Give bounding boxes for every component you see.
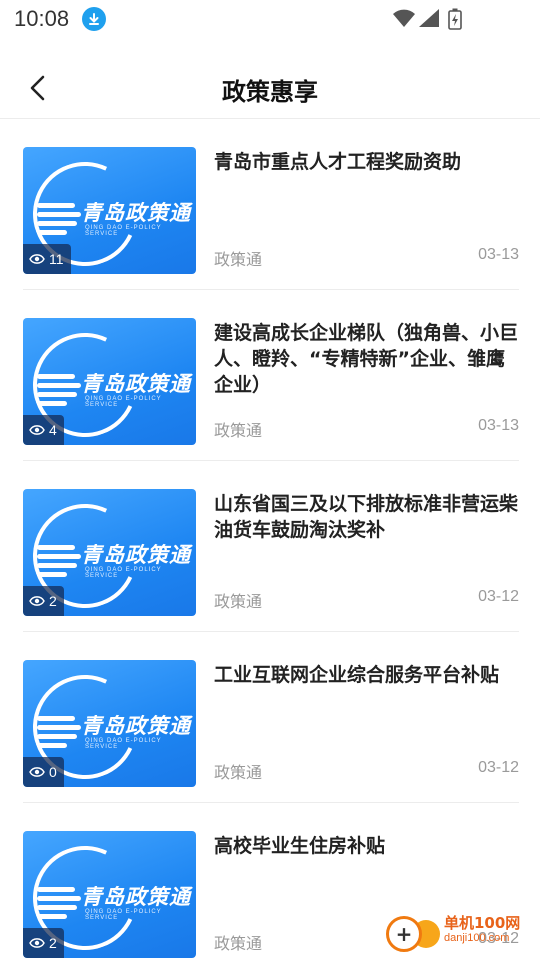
list-item[interactable]: 青岛政策通 QING DAO E-POLICY SERVICE 11 青岛市重点… [0, 119, 540, 290]
battery-icon [448, 8, 462, 30]
download-notification-icon [82, 7, 106, 31]
article-thumbnail[interactable]: 青岛政策通 QING DAO E-POLICY SERVICE 0 [23, 660, 196, 787]
article-source: 政策通 [214, 930, 262, 954]
eye-icon [29, 424, 45, 436]
article-title[interactable]: 建设高成长企业梯队（独角兽、小巨人、瞪羚、“专精特新”企业、雏鹰企业） [214, 320, 520, 398]
view-count-badge: 2 [23, 928, 64, 958]
eye-icon [29, 937, 45, 949]
watermark-url: danji100.com [444, 932, 509, 944]
view-count-badge: 0 [23, 757, 64, 787]
logo-stripes-graphic [37, 716, 81, 752]
view-count: 11 [49, 251, 64, 267]
view-count: 0 [49, 764, 57, 780]
article-title[interactable]: 工业互联网企业综合服务平台补贴 [214, 662, 520, 688]
plus-icon: + [386, 916, 422, 952]
logo-stripes-graphic [37, 545, 81, 581]
view-count: 2 [49, 935, 57, 951]
thumbnail-brand-logo: 青岛政策通 [81, 368, 191, 398]
nav-bar: 政策惠享 [0, 60, 540, 119]
article-thumbnail[interactable]: 青岛政策通 QING DAO E-POLICY SERVICE 2 [23, 831, 196, 958]
page-title: 政策惠享 [0, 72, 540, 107]
thumbnail-brand-subtitle: QING DAO E-POLICY SERVICE [85, 738, 196, 750]
article-date: 03-12 [478, 759, 519, 777]
article-date: 03-13 [478, 246, 519, 264]
view-count: 2 [49, 593, 57, 609]
logo-stripes-graphic [37, 374, 81, 410]
status-bar: 10:08 [0, 0, 540, 38]
article-date: 03-13 [478, 417, 519, 435]
article-thumbnail[interactable]: 青岛政策通 QING DAO E-POLICY SERVICE 11 [23, 147, 196, 274]
thumbnail-brand-logo: 青岛政策通 [81, 710, 191, 740]
thumbnail-brand-subtitle: QING DAO E-POLICY SERVICE [85, 909, 196, 921]
logo-stripes-graphic [37, 203, 81, 239]
eye-icon [29, 595, 45, 607]
wifi-icon [392, 8, 416, 28]
thumbnail-brand-subtitle: QING DAO E-POLICY SERVICE [85, 567, 196, 579]
thumbnail-brand-subtitle: QING DAO E-POLICY SERVICE [85, 225, 196, 237]
article-source: 政策通 [214, 417, 262, 441]
logo-stripes-graphic [37, 887, 81, 923]
eye-icon [29, 253, 45, 265]
view-count-badge: 2 [23, 586, 64, 616]
article-date: 03-12 [478, 588, 519, 606]
thumbnail-brand-logo: 青岛政策通 [81, 197, 191, 227]
thumbnail-brand-subtitle: QING DAO E-POLICY SERVICE [85, 396, 196, 408]
article-source: 政策通 [214, 588, 262, 612]
article-title[interactable]: 高校毕业生住房补贴 [214, 833, 520, 859]
article-title[interactable]: 青岛市重点人才工程奖励资助 [214, 149, 520, 175]
site-watermark-logo: + 单机100网 danji100.com [386, 908, 536, 958]
thumbnail-brand-logo: 青岛政策通 [81, 881, 191, 911]
article-source: 政策通 [214, 246, 262, 270]
view-count-badge: 4 [23, 415, 64, 445]
article-title[interactable]: 山东省国三及以下排放标准非营运柴油货车鼓励淘汰奖补 [214, 491, 520, 543]
eye-icon [29, 766, 45, 778]
list-item[interactable]: 青岛政策通 QING DAO E-POLICY SERVICE 2 山东省国三及… [0, 461, 540, 632]
status-time: 10:08 [14, 6, 69, 32]
article-list: 青岛政策通 QING DAO E-POLICY SERVICE 11 青岛市重点… [0, 119, 540, 974]
cellular-signal-icon [418, 8, 440, 28]
thumbnail-brand-logo: 青岛政策通 [81, 539, 191, 569]
view-count-badge: 11 [23, 244, 71, 274]
watermark-text: 单机100网 [444, 912, 520, 933]
article-source: 政策通 [214, 759, 262, 783]
view-count: 4 [49, 422, 57, 438]
article-thumbnail[interactable]: 青岛政策通 QING DAO E-POLICY SERVICE 2 [23, 489, 196, 616]
list-item[interactable]: 青岛政策通 QING DAO E-POLICY SERVICE 0 工业互联网企… [0, 632, 540, 803]
list-item[interactable]: 青岛政策通 QING DAO E-POLICY SERVICE 4 建设高成长企… [0, 290, 540, 461]
article-thumbnail[interactable]: 青岛政策通 QING DAO E-POLICY SERVICE 4 [23, 318, 196, 445]
